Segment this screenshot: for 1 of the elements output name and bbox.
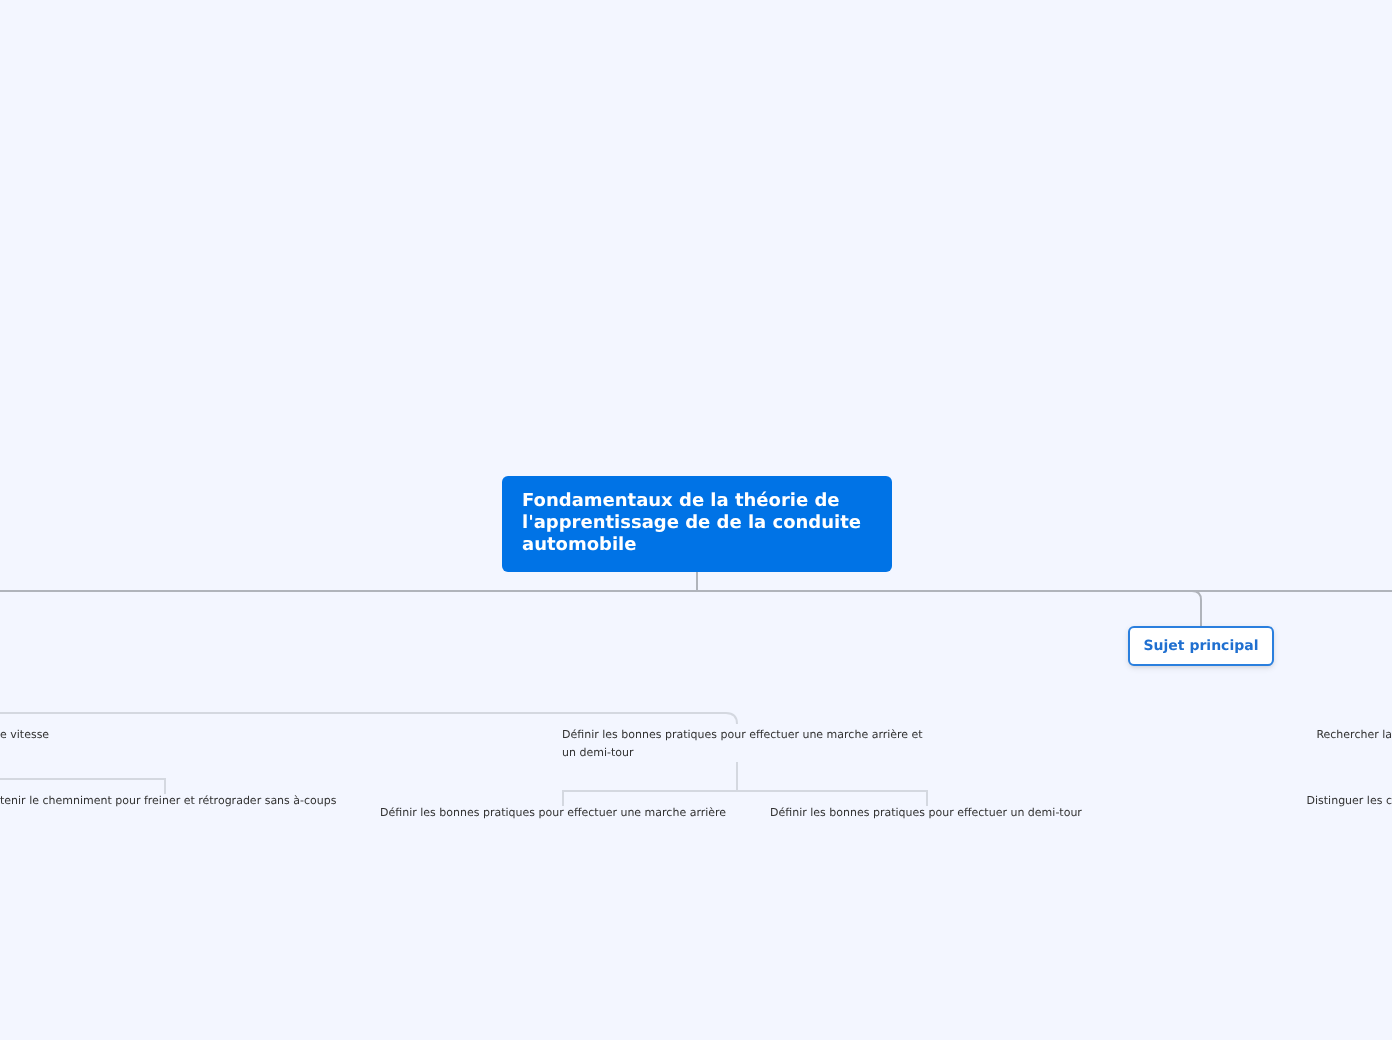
central-topic[interactable]: Fondamentaux de la théorie de l'apprentissage de de la conduite automobile	[502, 476, 892, 572]
